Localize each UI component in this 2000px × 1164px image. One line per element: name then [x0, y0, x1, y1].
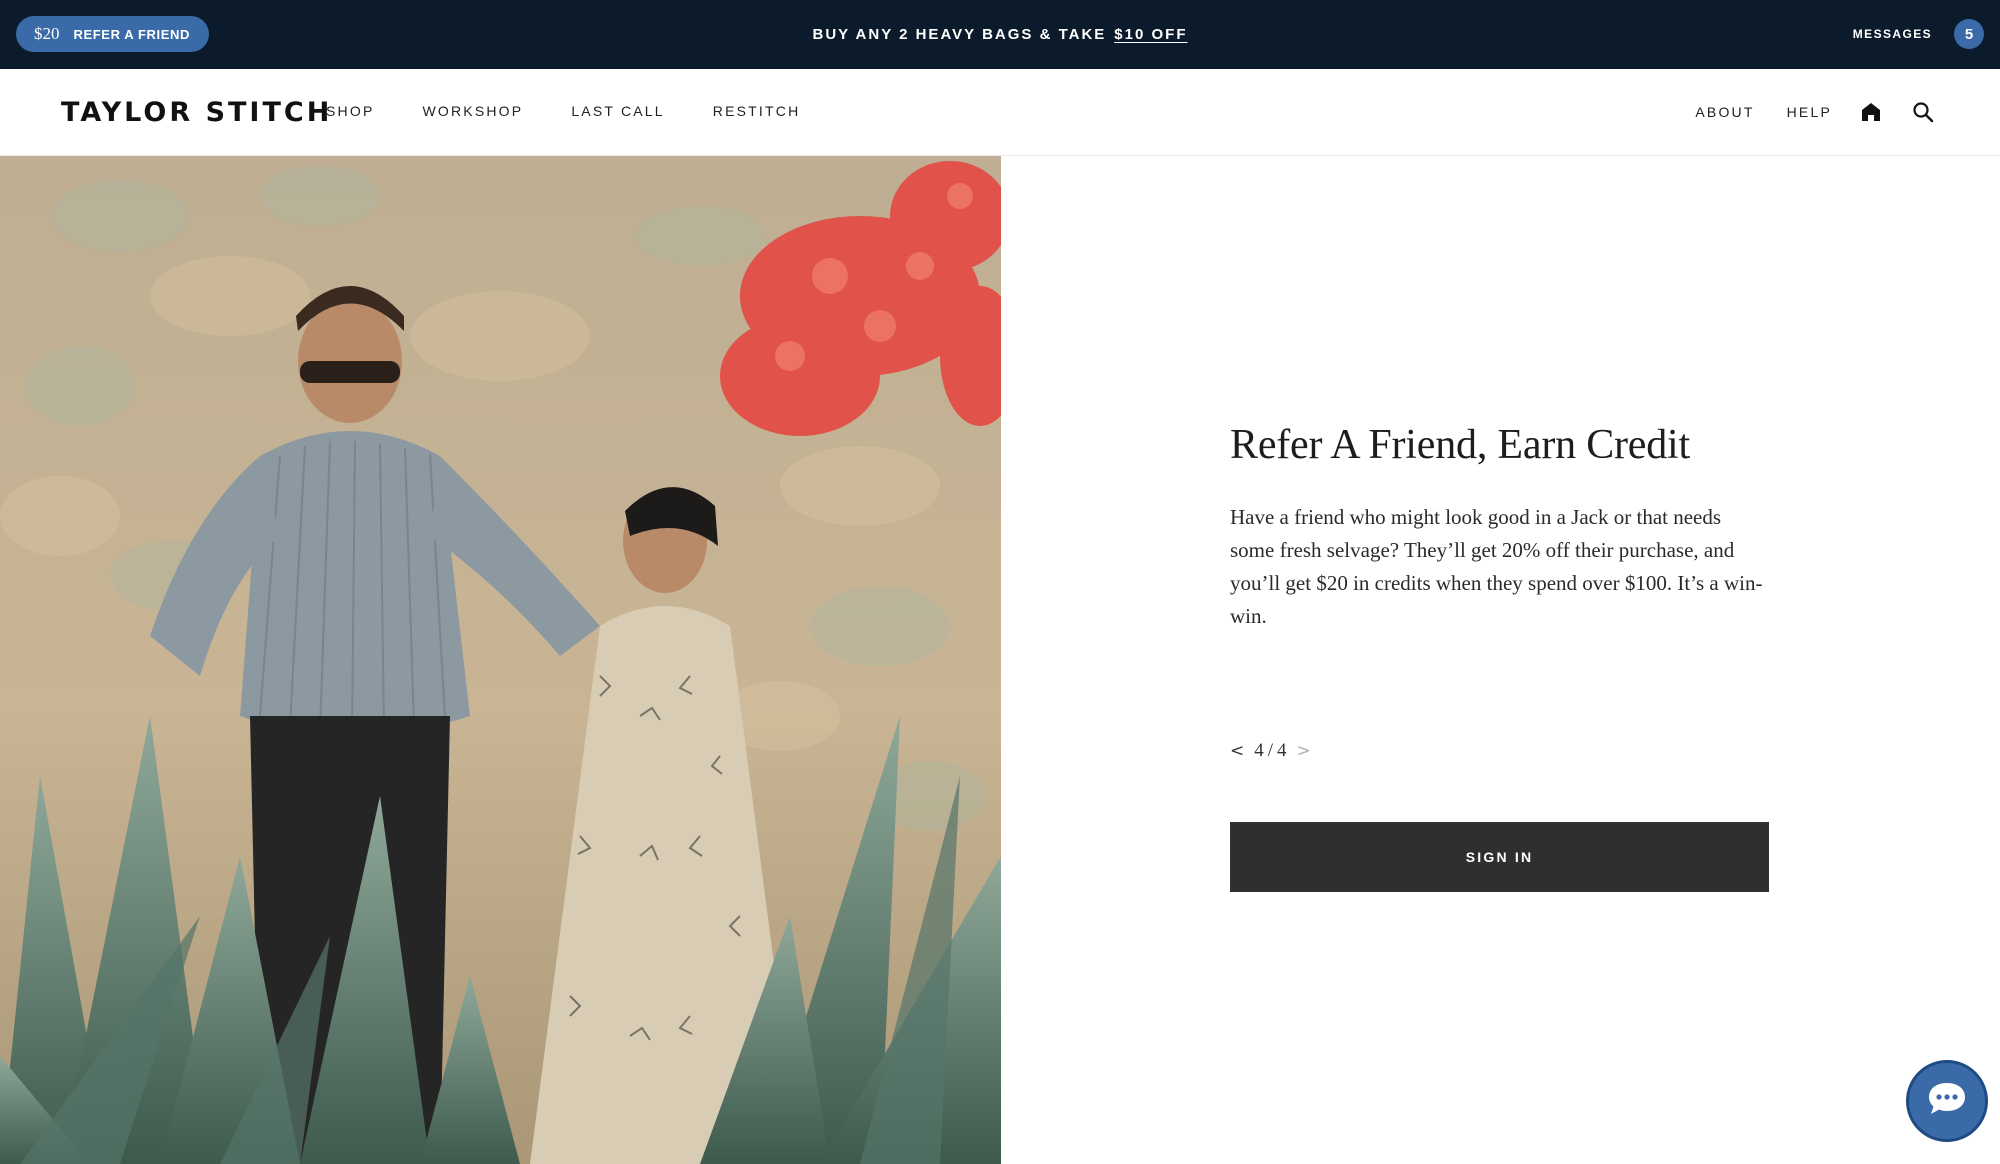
primary-nav: SHOP WORKSHOP LAST CALL RESTITCH	[326, 103, 848, 119]
slide-pager: < 4 / 4 >	[1230, 740, 1311, 762]
nav-workshop[interactable]: WORKSHOP	[422, 103, 523, 119]
referral-description: Have a friend who might look good in a J…	[1230, 505, 1763, 629]
messages-button[interactable]: MESSAGES 5	[1853, 17, 1984, 51]
nav-help[interactable]: HELP	[1787, 104, 1832, 120]
chat-icon	[1925, 1079, 1969, 1124]
pager-separator: /	[1267, 740, 1274, 761]
home-icon[interactable]	[1858, 99, 1884, 125]
pager-total: 4	[1277, 740, 1287, 761]
pager-next-button[interactable]: >	[1297, 741, 1311, 761]
nav-restitch[interactable]: RESTITCH	[713, 103, 801, 119]
main-nav: TAYLOR STITCH SHOP WORKSHOP LAST CALL RE…	[0, 69, 2000, 156]
page-title: Refer A Friend, Earn Credit	[1230, 422, 1690, 468]
nav-about[interactable]: ABOUT	[1695, 104, 1754, 120]
promo-message: BUY ANY 2 HEAVY BAGS & TAKE $10 OFF	[0, 0, 2000, 69]
messages-count-badge: 5	[1954, 19, 1984, 49]
promo-bar: $20 REFER A FRIEND BUY ANY 2 HEAVY BAGS …	[0, 0, 2000, 69]
pager-current: 4	[1254, 740, 1264, 761]
search-icon[interactable]	[1910, 99, 1936, 125]
pager-prev-button[interactable]: <	[1230, 741, 1244, 761]
nav-shop[interactable]: SHOP	[326, 103, 374, 119]
nav-last-call[interactable]: LAST CALL	[571, 103, 664, 119]
promo-offer-link[interactable]: $10 OFF	[1114, 26, 1187, 43]
chat-button[interactable]	[1906, 1060, 1988, 1142]
promo-text: BUY ANY 2 HEAVY BAGS & TAKE	[812, 26, 1107, 43]
secondary-nav: ABOUT HELP	[1695, 99, 1936, 125]
messages-label: MESSAGES	[1852, 27, 1932, 41]
logo[interactable]: TAYLOR STITCH	[61, 97, 332, 128]
hero-photo	[0, 156, 1001, 1164]
referral-content: Refer A Friend, Earn Credit Have a frien…	[1230, 420, 1770, 633]
sign-in-button[interactable]: SIGN IN	[1230, 822, 1769, 892]
